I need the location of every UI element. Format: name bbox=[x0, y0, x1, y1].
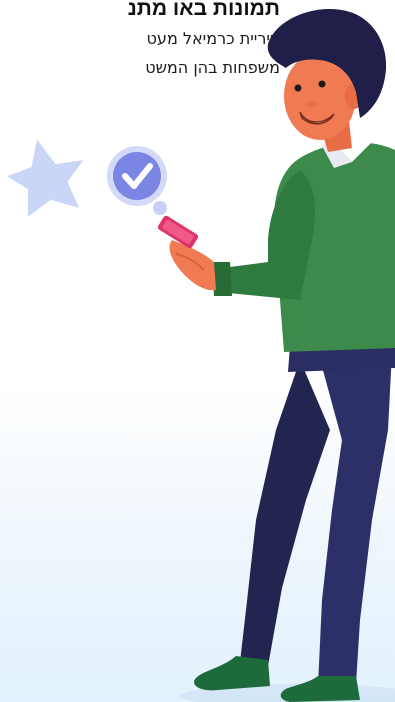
pants bbox=[240, 340, 395, 686]
illustration bbox=[6, 8, 395, 702]
check-badge bbox=[107, 146, 172, 230]
badge-circle bbox=[113, 152, 161, 200]
hand-with-phone bbox=[157, 215, 216, 291]
sweater bbox=[212, 132, 395, 352]
eye-right bbox=[318, 80, 326, 88]
star-icon bbox=[6, 139, 84, 217]
eye-left bbox=[294, 84, 302, 92]
bubble-dot-large bbox=[153, 201, 167, 215]
head bbox=[267, 8, 387, 140]
